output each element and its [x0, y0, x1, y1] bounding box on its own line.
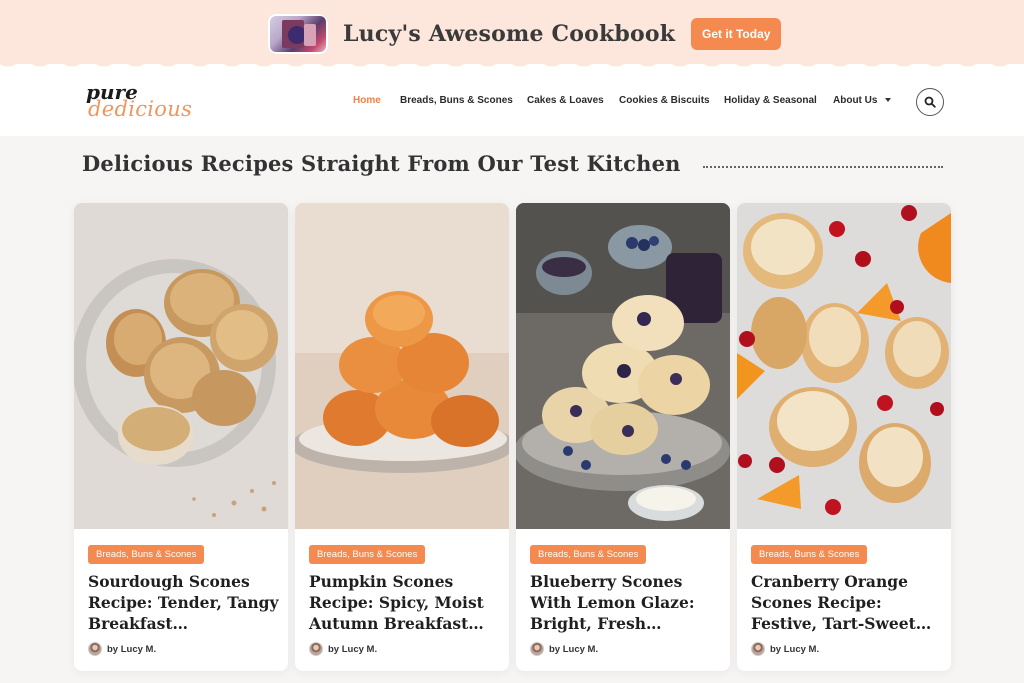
recipe-card[interactable]: Breads, Buns & Scones Blueberry Scones W… — [516, 203, 730, 671]
get-it-today-button[interactable]: Get it Today — [691, 18, 782, 50]
search-button[interactable] — [916, 88, 944, 116]
nav-item-home[interactable]: Home — [353, 95, 381, 106]
author-name: by Lucy M. — [328, 643, 378, 655]
recipe-card[interactable]: Breads, Buns & Scones Cranberry Orange S… — [737, 203, 951, 671]
category-badge[interactable]: Breads, Buns & Scones — [751, 545, 868, 564]
recipe-card[interactable]: Breads, Buns & Scones Sourdough Scones R… — [74, 203, 288, 671]
site-logo[interactable]: pure dedicious — [86, 80, 196, 124]
recipe-card[interactable]: Breads, Buns & Scones Pumpkin Scones Rec… — [295, 203, 509, 671]
recipe-image-pumpkin-scones[interactable] — [295, 203, 509, 529]
recipe-title[interactable]: Cranberry Orange Scones Recipe: Festive,… — [751, 571, 945, 634]
avatar — [309, 642, 323, 656]
recipe-title[interactable]: Blueberry Scones With Lemon Glaze: Brigh… — [530, 571, 724, 634]
nav-item-holiday-seasonal[interactable]: Holiday & Seasonal — [724, 95, 817, 106]
nav-item-cookies-biscuits[interactable]: Cookies & Biscuits — [619, 95, 710, 106]
category-badge[interactable]: Breads, Buns & Scones — [530, 545, 647, 564]
author-line[interactable]: by Lucy M. — [751, 641, 819, 657]
author-line[interactable]: by Lucy M. — [309, 641, 377, 657]
search-icon — [924, 96, 936, 108]
recipe-image-cranberry-orange-scones[interactable] — [737, 203, 951, 529]
recipe-title[interactable]: Sourdough Scones Recipe: Tender, Tangy B… — [88, 571, 282, 634]
recipe-image-sourdough-scones[interactable] — [74, 203, 288, 529]
nav-item-about-us[interactable]: About Us — [833, 95, 892, 106]
author-name: by Lucy M. — [549, 643, 599, 655]
category-badge[interactable]: Breads, Buns & Scones — [309, 545, 426, 564]
nav-about-label: About Us — [833, 95, 878, 106]
nav-item-breads-buns-scones[interactable]: Breads, Buns & Scones — [400, 95, 513, 106]
avatar — [88, 642, 102, 656]
author-line[interactable]: by Lucy M. — [88, 641, 156, 657]
cookbook-cover-image[interactable] — [268, 14, 328, 54]
site-header: pure dedicious Home Breads, Buns & Scone… — [0, 68, 1024, 136]
avatar — [530, 642, 544, 656]
logo-word-dedicious: dedicious — [88, 97, 193, 121]
chevron-down-icon — [885, 98, 892, 103]
promo-title: Lucy's Awesome Cookbook — [343, 21, 676, 47]
recipe-title[interactable]: Pumpkin Scones Recipe: Spicy, Moist Autu… — [309, 571, 503, 634]
nav-item-cakes-loaves[interactable]: Cakes & Loaves — [527, 95, 604, 106]
promo-content: Lucy's Awesome Cookbook Get it Today — [268, 14, 782, 54]
author-line[interactable]: by Lucy M. — [530, 641, 598, 657]
avatar — [751, 642, 765, 656]
author-name: by Lucy M. — [107, 643, 157, 655]
section-title: Delicious Recipes Straight From Our Test… — [82, 151, 681, 176]
author-name: by Lucy M. — [770, 643, 820, 655]
category-badge[interactable]: Breads, Buns & Scones — [88, 545, 205, 564]
dotted-divider — [703, 166, 943, 168]
recipe-image-blueberry-scones[interactable] — [516, 203, 730, 529]
promo-banner: Lucy's Awesome Cookbook Get it Today — [0, 0, 1024, 66]
